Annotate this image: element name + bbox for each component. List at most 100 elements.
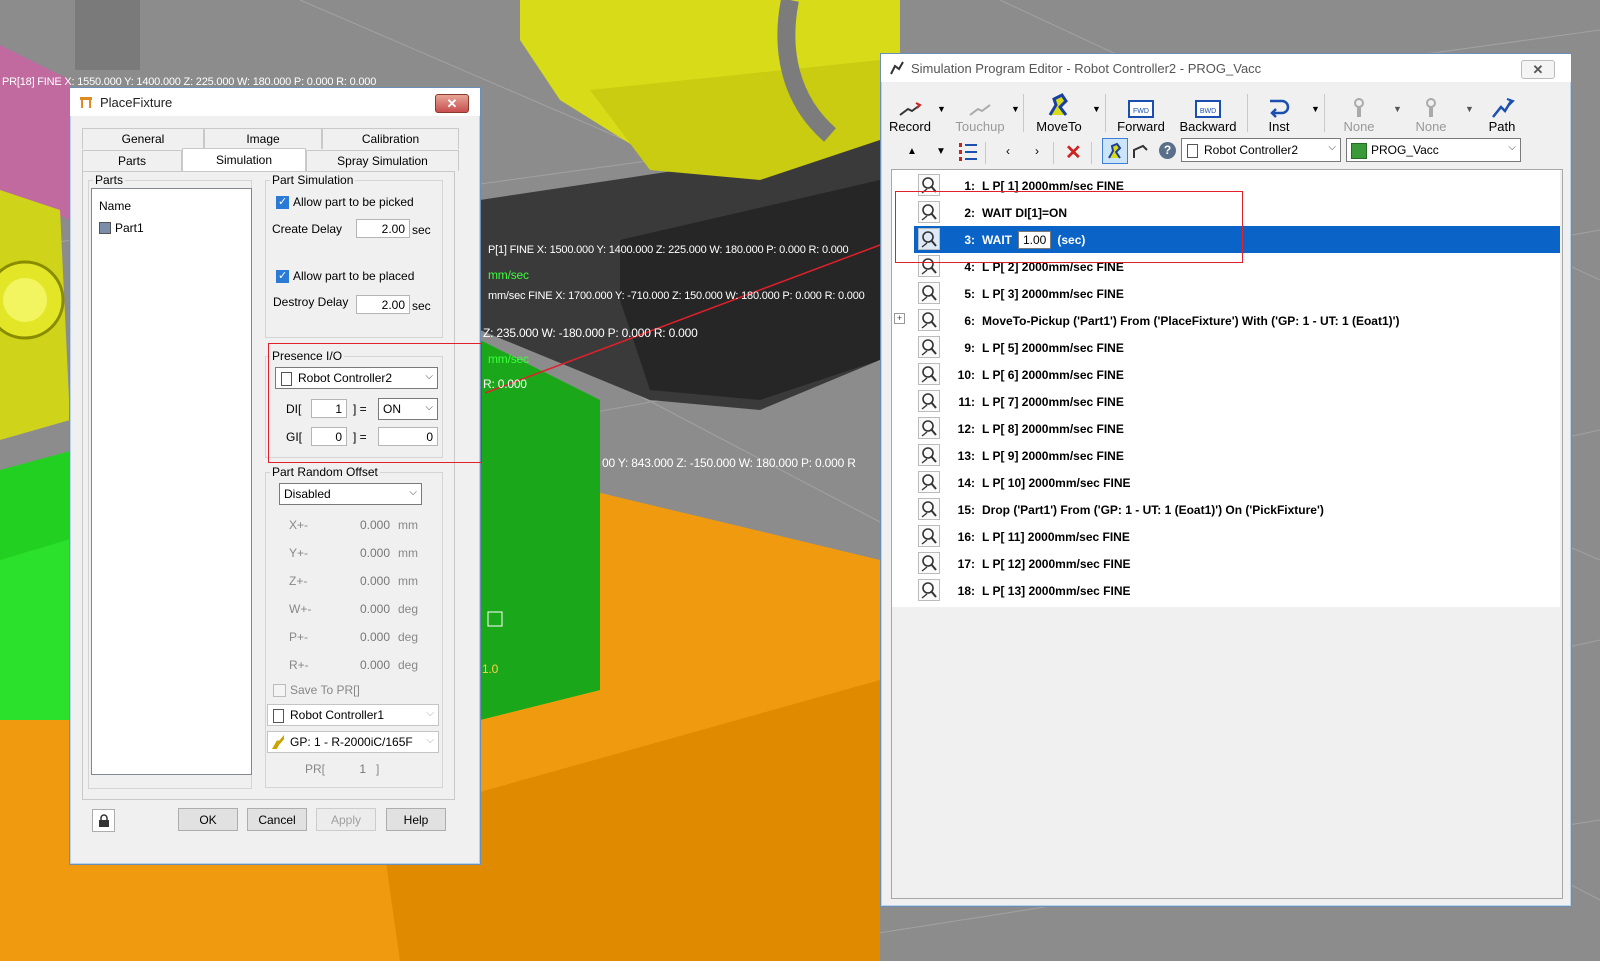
touch-button[interactable] [1131,142,1151,163]
offset-value-input[interactable]: 0.000 [328,571,394,590]
program-line[interactable]: 14: L P[ 10] 2000mm/sec FINE [914,469,1560,496]
tab-calibration[interactable]: Calibration [322,128,459,149]
next-button[interactable]: › [1035,144,1039,158]
line-text: L P[ 9] 2000mm/sec FINE [982,448,1124,463]
pr-index-input[interactable]: 1 [326,759,370,778]
help-button[interactable]: Help [386,808,446,831]
program-line[interactable]: 6: MoveTo-Pickup ('Part1') From ('PlaceFi… [914,307,1560,334]
list-item[interactable]: Part1 [99,221,144,235]
offset-value-input[interactable]: 0.000 [328,599,394,618]
destroy-delay-input[interactable]: 2.00 [356,295,410,314]
program-select[interactable]: PROG_Vacc ⌵ [1346,138,1521,162]
touchup-button[interactable]: Touchup [951,90,1009,134]
moveto-toggle-button[interactable] [1102,138,1128,164]
forward-button[interactable]: FWD Forward [1113,90,1169,134]
magnifier-robot-icon[interactable] [918,336,940,358]
chevron-down-icon[interactable]: ▼ [1011,104,1020,114]
backward-label: Backward [1179,119,1237,134]
tab-image[interactable]: Image [204,128,322,149]
tab-parts[interactable]: Parts [82,150,182,171]
controller-icon [1187,144,1198,158]
none-button-2[interactable]: None [1405,90,1457,134]
program-line[interactable]: 13: L P[ 9] 2000mm/sec FINE [914,442,1560,469]
path-button[interactable]: Path [1479,90,1525,134]
cancel-button[interactable]: Cancel [247,808,307,831]
fixture-icon [80,97,92,108]
delete-button[interactable]: ✕ [1065,140,1082,165]
allow-picked-checkbox[interactable] [276,195,289,209]
apply-button[interactable]: Apply [316,808,376,831]
program-listing[interactable]: + 1: L P[ 1] 2000mm/sec FINE 2: WAIT DI[1]=… [891,169,1563,899]
save-to-pr-checkbox[interactable] [273,684,286,697]
program-line[interactable]: 16: L P[ 11] 2000mm/sec FINE [914,523,1560,550]
magnifier-robot-icon[interactable] [918,363,940,385]
magnifier-robot-icon[interactable] [918,579,940,601]
moveto-button[interactable]: MoveTo [1031,90,1087,134]
inst-icon [1270,99,1290,118]
offset-value-input[interactable]: 0.000 [328,515,394,534]
program-line[interactable]: 11: L P[ 7] 2000mm/sec FINE [914,388,1560,415]
toolbar-separator [1324,94,1325,132]
editor-titlebar[interactable]: Simulation Program Editor - Robot Contro… [881,54,1571,82]
pr-group-select[interactable]: GP: 1 - R-2000iC/165F ⌵ [267,731,439,753]
create-delay-input[interactable]: 2.00 [356,219,410,238]
close-button[interactable]: ✕ [1521,60,1555,79]
pr-controller-select[interactable]: Robot Controller1 ⌵ [267,704,439,726]
magnifier-robot-icon[interactable] [918,417,940,439]
list-numbers-icon [959,143,977,161]
magnifier-robot-icon[interactable] [918,390,940,412]
magnifier-robot-icon[interactable] [918,309,940,331]
program-icon [1351,143,1367,159]
program-line[interactable]: 15: Drop ('Part1') From ('GP: 1 - UT: 1 (… [914,496,1560,523]
chevron-down-icon[interactable]: ▼ [1092,104,1101,114]
record-button[interactable]: Record [885,90,935,134]
backward-button[interactable]: BWD Backward [1175,90,1241,134]
tab-spray-simulation[interactable]: Spray Simulation [306,150,459,171]
chevron-down-icon[interactable]: ▼ [1465,104,1474,114]
inst-button[interactable]: Inst [1256,90,1302,134]
magnifier-robot-icon[interactable] [918,552,940,574]
placefixture-dialog: PlaceFixture ✕ General Image Calibration… [69,87,482,865]
chevron-down-icon[interactable]: ▼ [937,104,946,114]
offset-value-input[interactable]: 0.000 [328,655,394,674]
magnifier-robot-icon[interactable] [918,525,940,547]
none-button-1[interactable]: None [1333,90,1385,134]
offset-mode-select[interactable]: Disabled ⌵ [279,483,422,505]
dialog-titlebar[interactable]: PlaceFixture [70,88,480,116]
program-line[interactable]: 5: L P[ 3] 2000mm/sec FINE [914,280,1560,307]
chevron-down-icon[interactable]: ▼ [1393,104,1402,114]
program-editor-window: Simulation Program Editor - Robot Contro… [880,53,1572,907]
parts-list[interactable]: Name Part1 [91,188,252,775]
prev-button[interactable]: ‹ [1006,144,1010,158]
offset-unit: mm [398,574,418,588]
program-value: PROG_Vacc [1371,143,1439,157]
move-up-button[interactable]: ▲ [907,146,917,157]
allow-placed-checkbox[interactable] [276,269,289,283]
magnifier-robot-icon[interactable] [918,444,940,466]
moveto-label: MoveTo [1036,119,1082,134]
controller-select[interactable]: Robot Controller2 ⌵ [1181,138,1341,162]
tab-general[interactable]: General [82,128,204,149]
program-line[interactable]: 9: L P[ 5] 2000mm/sec FINE [914,334,1560,361]
magnifier-robot-icon[interactable] [918,498,940,520]
close-button[interactable]: ✕ [435,94,469,113]
ok-button[interactable]: OK [178,808,238,831]
lock-button[interactable] [92,809,115,832]
magnifier-robot-icon[interactable] [918,282,940,304]
expand-toggle[interactable]: + [894,313,905,324]
robot-arm-icon [1133,144,1148,158]
controller-value: Robot Controller2 [1204,143,1299,157]
help-button[interactable]: ? [1159,142,1176,159]
offset-value-input[interactable]: 0.000 [328,543,394,562]
tab-simulation[interactable]: Simulation [182,148,306,171]
chevron-down-icon[interactable]: ▼ [1311,104,1320,114]
move-down-button[interactable]: ▼ [936,146,946,157]
program-line[interactable]: 18: L P[ 13] 2000mm/sec FINE [914,577,1560,604]
program-line[interactable]: 10: L P[ 6] 2000mm/sec FINE [914,361,1560,388]
program-line[interactable]: 17: L P[ 12] 2000mm/sec FINE [914,550,1560,577]
program-line[interactable]: 12: L P[ 8] 2000mm/sec FINE [914,415,1560,442]
offset-value-input[interactable]: 0.000 [328,627,394,646]
line-numbers-button[interactable] [957,141,979,166]
magnifier-robot-icon[interactable] [918,471,940,493]
pr-close-bracket: ] [376,762,380,776]
